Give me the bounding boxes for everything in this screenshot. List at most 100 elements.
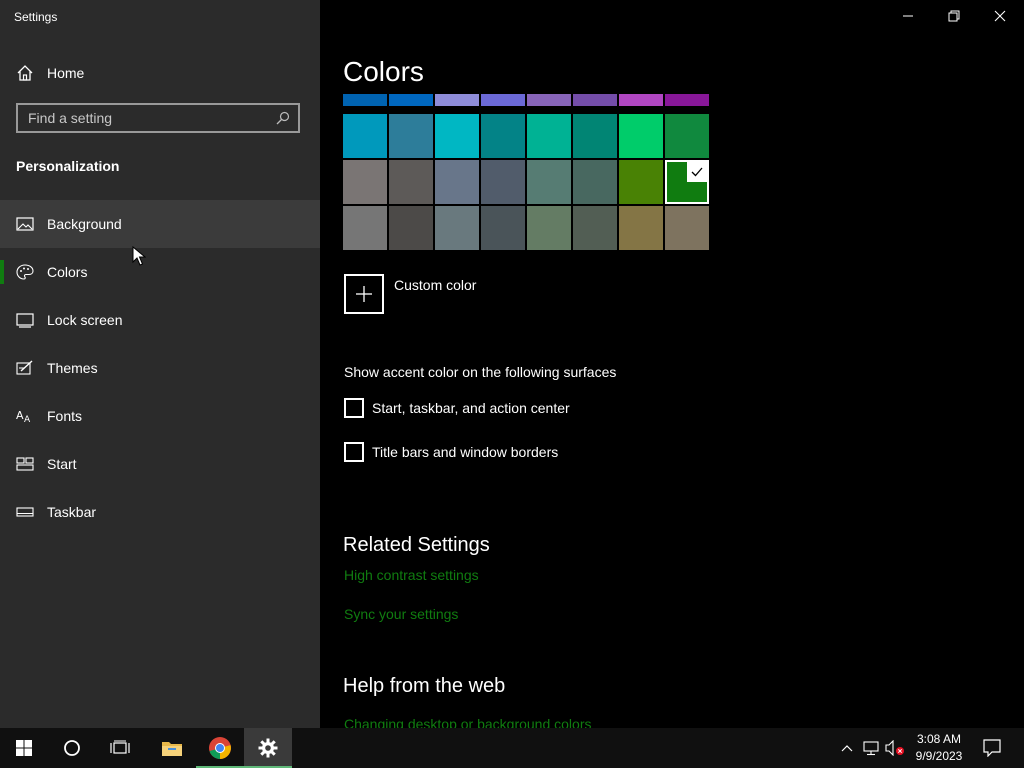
sidebar-item-label: Taskbar: [47, 504, 97, 520]
checkbox[interactable]: [344, 398, 364, 418]
taskbar-icon: [16, 507, 34, 517]
search-input[interactable]: [18, 109, 270, 127]
cortana-button[interactable]: [48, 728, 96, 768]
color-swatch[interactable]: [665, 160, 709, 204]
sidebar-item-label: Themes: [47, 360, 98, 376]
sidebar-item-label: Fonts: [47, 408, 83, 424]
chevron-up-icon: [841, 745, 853, 752]
sync-settings-link[interactable]: Sync your settings: [344, 606, 458, 622]
color-swatch[interactable]: [389, 114, 433, 158]
related-settings-title: Related Settings: [343, 534, 490, 556]
action-center-button[interactable]: [980, 728, 1004, 768]
color-swatch[interactable]: [435, 160, 479, 204]
help-link-changing-colors[interactable]: Changing desktop or background colors: [344, 716, 592, 728]
brush-icon: [16, 360, 33, 375]
close-button[interactable]: [990, 8, 1010, 24]
chrome-icon: [209, 737, 231, 759]
color-swatch[interactable]: [435, 206, 479, 250]
color-swatch[interactable]: [343, 160, 387, 204]
volume-button[interactable]: [884, 728, 906, 768]
color-swatch[interactable]: [343, 206, 387, 250]
color-swatch[interactable]: [481, 114, 525, 158]
color-swatch[interactable]: [343, 94, 387, 106]
sidebar-item-background[interactable]: Background: [0, 200, 320, 248]
custom-color-label[interactable]: Custom color: [394, 277, 476, 293]
chrome-button[interactable]: [196, 728, 244, 768]
color-swatch[interactable]: [665, 114, 709, 158]
start-icon: [16, 457, 34, 471]
minimize-button[interactable]: [898, 8, 918, 24]
show-hidden-icons-button[interactable]: [838, 728, 856, 768]
color-swatch[interactable]: [619, 94, 663, 106]
checkbox-label: Start, taskbar, and action center: [372, 400, 570, 416]
search-icon[interactable]: [276, 111, 290, 125]
color-swatch[interactable]: [389, 160, 433, 204]
home-icon: [17, 65, 33, 81]
color-swatch[interactable]: [619, 160, 663, 204]
section-title: Personalization: [16, 158, 120, 174]
selected-indicator: [0, 260, 4, 284]
color-swatch-grid: [343, 94, 711, 252]
color-swatch[interactable]: [343, 114, 387, 158]
font-icon: A A: [16, 409, 31, 424]
color-swatch[interactable]: [389, 206, 433, 250]
search-box[interactable]: [16, 103, 300, 133]
file-explorer-icon: [162, 742, 182, 756]
color-swatch[interactable]: [573, 114, 617, 158]
color-swatch[interactable]: [481, 94, 525, 106]
color-swatch[interactable]: [665, 206, 709, 250]
svg-text:A: A: [24, 415, 31, 424]
surfaces-label: Show accent color on the following surfa…: [344, 364, 617, 380]
checkbox-title-bars[interactable]: Title bars and window borders: [344, 442, 558, 462]
home-nav-item[interactable]: Home: [0, 56, 320, 90]
sidebar-item-themes[interactable]: Themes: [0, 344, 320, 392]
checkbox-start-taskbar[interactable]: Start, taskbar, and action center: [344, 398, 570, 418]
restore-icon: [948, 10, 960, 22]
volume-muted-icon: [885, 740, 904, 756]
page-title: Colors: [343, 56, 424, 87]
color-swatch[interactable]: [481, 160, 525, 204]
custom-color-button[interactable]: [344, 274, 384, 314]
color-swatch[interactable]: [435, 94, 479, 106]
high-contrast-link[interactable]: High contrast settings: [344, 567, 479, 583]
clock-time: 3:08 AM: [916, 732, 962, 746]
sidebar-item-taskbar[interactable]: Taskbar: [0, 488, 320, 536]
file-explorer-button[interactable]: [148, 728, 196, 768]
clock[interactable]: 3:08 AM 9/9/2023: [906, 731, 972, 765]
color-swatch[interactable]: [665, 94, 709, 106]
checkmark-icon: [687, 162, 707, 182]
minimize-icon: [903, 15, 913, 17]
sidebar-item-lock-screen[interactable]: Lock screen: [0, 296, 320, 344]
color-swatch[interactable]: [435, 114, 479, 158]
sidebar-item-colors[interactable]: Colors: [0, 248, 320, 296]
sidebar-item-label: Lock screen: [47, 312, 123, 328]
taskbar: 3:08 AM 9/9/2023: [0, 728, 1024, 768]
checkbox[interactable]: [344, 442, 364, 462]
close-icon: [994, 10, 1006, 22]
sidebar-item-label: Background: [47, 216, 122, 232]
sidebar: Settings Home Personalization Background: [0, 0, 320, 728]
color-swatch[interactable]: [527, 160, 571, 204]
color-swatch[interactable]: [619, 114, 663, 158]
start-button[interactable]: [0, 728, 48, 768]
notification-icon: [983, 739, 1001, 757]
sidebar-item-start[interactable]: Start: [0, 440, 320, 488]
color-swatch[interactable]: [573, 94, 617, 106]
clock-date: 9/9/2023: [915, 749, 963, 763]
network-button[interactable]: [860, 728, 882, 768]
color-swatch[interactable]: [389, 94, 433, 106]
color-swatch[interactable]: [527, 94, 571, 106]
plus-icon: [356, 286, 372, 302]
color-swatch[interactable]: [573, 206, 617, 250]
color-swatch[interactable]: [481, 206, 525, 250]
color-swatch[interactable]: [619, 206, 663, 250]
settings-taskbar-button[interactable]: [244, 728, 292, 768]
color-swatch[interactable]: [527, 206, 571, 250]
task-view-button[interactable]: [96, 728, 144, 768]
sidebar-item-fonts[interactable]: A A Fonts: [0, 392, 320, 440]
lock-screen-icon: [16, 313, 34, 328]
restore-button[interactable]: [944, 8, 964, 24]
color-swatch[interactable]: [573, 160, 617, 204]
task-view-icon: [110, 740, 130, 754]
color-swatch[interactable]: [527, 114, 571, 158]
